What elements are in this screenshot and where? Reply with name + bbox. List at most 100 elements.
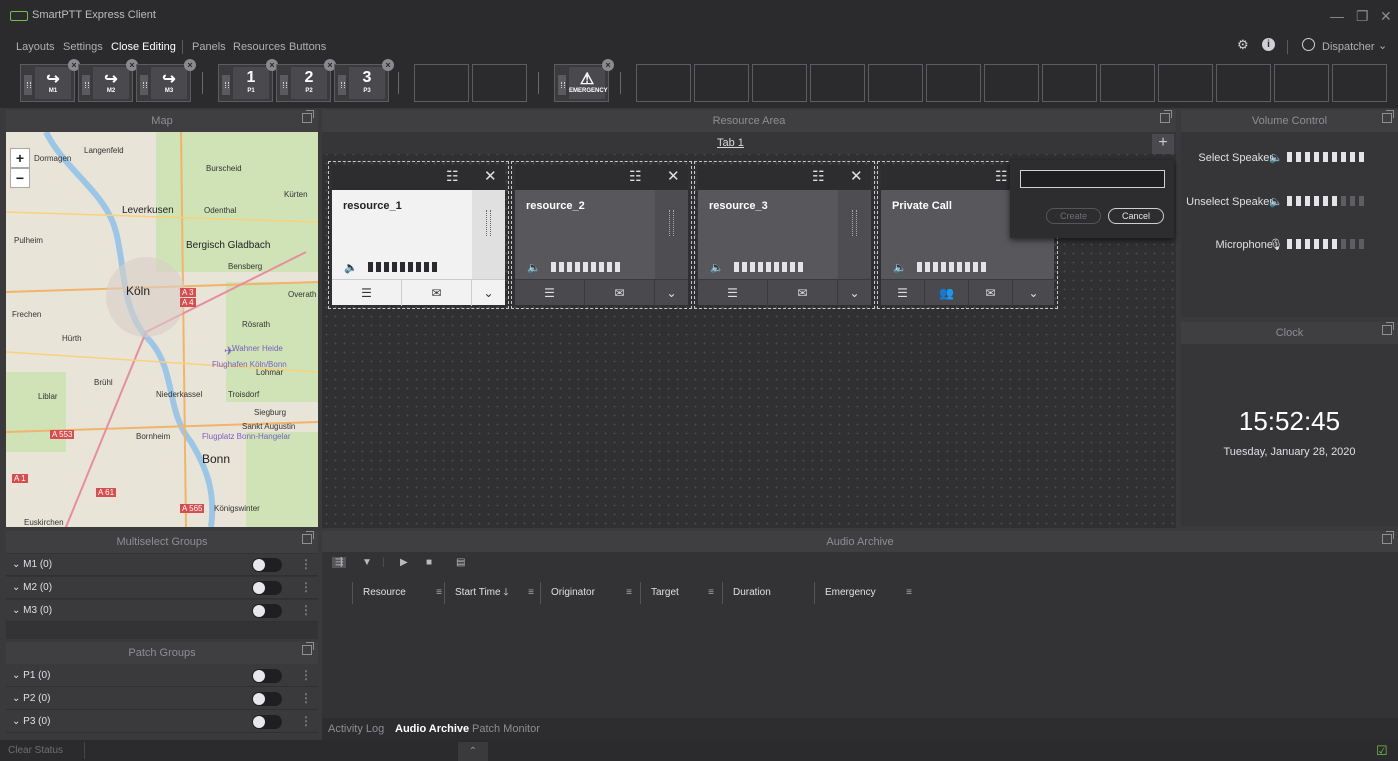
toolbar-empty-slot[interactable] [984, 64, 1039, 102]
unselect-speaker-volume[interactable] [1287, 196, 1368, 206]
zoom-in-button[interactable]: + [10, 148, 30, 168]
filter-icon[interactable]: ≡ [528, 582, 534, 604]
toolbar-empty-slot[interactable] [926, 64, 981, 102]
column-header-originator[interactable]: Originator ≡ [540, 582, 638, 604]
speaker-icon[interactable]: 🔈 [893, 261, 907, 274]
volume-level[interactable] [368, 262, 440, 272]
toolbar-button-m3[interactable]: ↪ M3 × [136, 59, 196, 102]
add-tab-button[interactable]: + [1152, 134, 1174, 154]
menu-settings[interactable]: Settings [63, 41, 103, 53]
close-icon[interactable]: × [602, 59, 614, 71]
group-toggle[interactable] [252, 692, 282, 706]
group-toggle[interactable] [252, 715, 282, 729]
microphone-icon[interactable]: 🎙 [1269, 238, 1283, 251]
more-options-icon[interactable]: ⋮ [300, 557, 312, 571]
tab-audio-archive[interactable]: Audio Archive [395, 723, 469, 735]
settings-sliders-icon[interactable]: ☷ [995, 168, 1008, 185]
toolbar-button-m2[interactable]: ↪ M2 × [78, 59, 138, 102]
more-options-icon[interactable]: ⋮ [300, 603, 312, 617]
settings-sliders-icon[interactable]: ☷ [629, 168, 642, 185]
undock-icon[interactable] [302, 642, 314, 655]
settings-sliders-icon[interactable]: ☷ [812, 168, 825, 185]
gear-icon[interactable]: ⚙ [1237, 37, 1249, 53]
filter-icon[interactable]: ≡ [626, 582, 632, 604]
group-row-m2[interactable]: ⌄ M2 (0) ⋮ [6, 577, 318, 599]
user-icon[interactable] [1302, 38, 1315, 51]
toolbar-button-p3[interactable]: 3 P3 × [334, 59, 394, 102]
group-toggle[interactable] [252, 581, 282, 595]
list-icon[interactable]: ☰ [881, 280, 925, 306]
restore-button[interactable]: ❐ [1356, 8, 1369, 25]
close-icon[interactable]: × [382, 59, 394, 71]
toolbar-button-p1[interactable]: 1 P1 × [218, 59, 278, 102]
drag-handle-icon[interactable] [558, 75, 566, 95]
chevron-down-icon[interactable]: ⌄ [472, 280, 505, 306]
drag-handle-icon[interactable] [82, 75, 90, 95]
drag-handle-icon[interactable] [280, 75, 288, 95]
speaker-icon[interactable]: 🔈 [344, 261, 358, 274]
filter-icon[interactable]: ≡ [708, 582, 714, 604]
sort-down-icon[interactable]: 🡓 [503, 587, 508, 598]
message-icon[interactable]: ✉ [585, 280, 655, 306]
group-row-p2[interactable]: ⌄ P2 (0) ⋮ [6, 688, 318, 710]
toolbar-empty-slot[interactable] [1042, 64, 1097, 102]
volume-level[interactable] [734, 262, 806, 272]
menu-close-editing[interactable]: Close Editing [111, 41, 176, 53]
list-icon[interactable]: ☰ [515, 280, 585, 306]
more-options-icon[interactable]: ⋮ [300, 691, 312, 705]
group-toggle[interactable] [252, 604, 282, 618]
toolbar-empty-slot[interactable] [752, 64, 807, 102]
close-icon[interactable]: ✕ [667, 167, 680, 185]
toolbar-empty-slot[interactable] [1100, 64, 1155, 102]
menu-panels[interactable]: Panels [192, 41, 226, 53]
drag-handle-icon[interactable] [140, 75, 148, 95]
microphone-volume[interactable] [1287, 239, 1368, 249]
group-row-p1[interactable]: ⌄ P1 (0) ⋮ [6, 665, 318, 687]
message-icon[interactable]: ✉ [768, 280, 838, 306]
toolbar-empty-slot[interactable] [868, 64, 923, 102]
tab-activity-log[interactable]: Activity Log [328, 723, 384, 735]
cancel-button[interactable]: Cancel [1108, 208, 1164, 224]
resource-card[interactable]: ☷ ✕ resource_2 🔈 ☰ ✉ ⌄ [511, 161, 692, 309]
drag-handle-icon[interactable] [24, 75, 32, 95]
menu-layouts[interactable]: Layouts [16, 41, 55, 53]
chevron-down-icon[interactable]: ⌄ [1013, 280, 1054, 306]
settings-sliders-icon[interactable]: ☷ [446, 168, 459, 185]
name-input[interactable] [1020, 170, 1165, 188]
undock-icon[interactable] [302, 531, 314, 544]
expand-rows-icon[interactable]: ⇶ [332, 557, 347, 568]
ptt-button[interactable] [838, 190, 871, 279]
drag-handle-icon[interactable] [222, 75, 230, 95]
more-options-icon[interactable]: ⋮ [300, 714, 312, 728]
close-icon[interactable]: ✕ [850, 167, 863, 185]
menu-resources[interactable]: Resources [233, 41, 286, 53]
drag-handle-icon[interactable] [338, 75, 346, 95]
column-header-target[interactable]: Target ≡ [640, 582, 720, 604]
group-toggle[interactable] [252, 669, 282, 683]
tab-1[interactable]: Tab 1 [717, 137, 744, 149]
user-menu[interactable]: Dispatcher [1322, 41, 1375, 53]
more-options-icon[interactable]: ⋮ [300, 668, 312, 682]
group-icon[interactable]: 👥 [925, 280, 969, 306]
toolbar-empty-slot[interactable] [1274, 64, 1329, 102]
zoom-out-button[interactable]: − [10, 168, 30, 188]
toolbar-empty-slot[interactable] [636, 64, 691, 102]
chevron-down-icon[interactable]: ⌄ [1378, 39, 1387, 52]
list-icon[interactable]: ☰ [698, 280, 768, 306]
undock-icon[interactable] [1382, 110, 1394, 123]
volume-level[interactable] [917, 262, 989, 272]
close-icon[interactable]: × [184, 59, 196, 71]
filter-icon[interactable]: ≡ [906, 582, 912, 604]
tab-patch-monitor[interactable]: Patch Monitor [472, 723, 540, 735]
toolbar-empty-slot[interactable] [1158, 64, 1213, 102]
more-options-icon[interactable]: ⋮ [300, 580, 312, 594]
toolbar-empty-slot[interactable] [810, 64, 865, 102]
ptt-button[interactable] [472, 190, 505, 279]
volume-level[interactable] [551, 262, 623, 272]
group-row-p3[interactable]: ⌄ P3 (0) ⋮ [6, 711, 318, 733]
clear-status-button[interactable]: Clear Status [8, 745, 63, 756]
close-icon[interactable]: ✕ [484, 167, 497, 185]
list-icon[interactable]: ☰ [332, 280, 402, 306]
menu-buttons[interactable]: Buttons [289, 41, 326, 53]
chevron-down-icon[interactable]: ⌄ [838, 280, 871, 306]
